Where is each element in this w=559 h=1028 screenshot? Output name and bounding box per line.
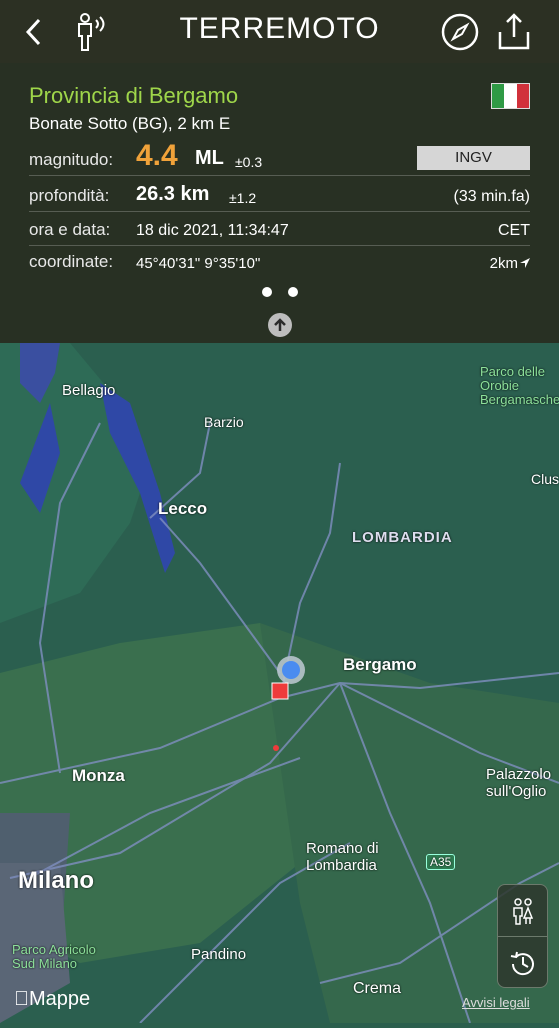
map-side-controls <box>497 884 548 988</box>
history-icon <box>510 951 534 975</box>
maps-attribution-text: Mappe <box>14 988 90 1010</box>
agency-badge[interactable]: INGV <box>417 146 530 170</box>
map-label-milano: Milano <box>18 867 94 894</box>
map-label-lecco: Lecco <box>158 499 208 518</box>
magnitude-value: 4.4 <box>136 139 178 172</box>
depth-row: profondità: 26.3 km ±1.2 (33 min.fa) <box>29 179 530 212</box>
coordinate-row: coordinate: 45°40'31" 9°35'10" 2km <box>29 245 530 277</box>
magnitude-row: magnitudo: 4.4 ML ±0.3 INGV <box>29 139 530 176</box>
magnitude-label: magnitudo: <box>29 150 114 169</box>
compass-icon <box>441 13 479 51</box>
location-arrow-icon <box>520 258 530 268</box>
collapse-button[interactable] <box>268 313 292 337</box>
map-label-clus: Clus <box>531 471 559 487</box>
distance-value: 2km <box>489 255 518 272</box>
map-view[interactable]: Bellagio Barzio Lecco LOMBARDIA Bergamo … <box>0 343 559 1024</box>
magnitude-error: ±0.3 <box>235 154 263 170</box>
earthquake-info-panel: Provincia di Bergamo Bonate Sotto (BG), … <box>0 63 559 343</box>
map-label-bergamo: Bergamo <box>343 655 417 674</box>
time-value: 18 dic 2021, 11:34:47 <box>136 222 289 239</box>
map-label-palazzolo: Palazzolo sull'Oglio <box>486 766 552 800</box>
map-label-monza: Monza <box>72 766 125 785</box>
time-ago: (33 min.fa) <box>453 188 530 205</box>
map-label-barzio: Barzio <box>204 414 244 430</box>
italy-flag-icon <box>491 83 530 109</box>
depth-value: 26.3 km <box>136 183 210 205</box>
history-button[interactable] <box>498 937 547 988</box>
time-row: ora e data: 18 dic 2021, 11:34:47 CET <box>29 213 530 246</box>
compass-button[interactable] <box>438 10 482 54</box>
timezone: CET <box>498 222 530 239</box>
coordinate-value: 45°40'31" 9°35'10" <box>136 255 261 272</box>
highway-badge: A35 <box>426 854 456 870</box>
region-name: Provincia di Bergamo <box>29 83 239 108</box>
map-label-crema: Crema <box>353 980 402 997</box>
page-indicator[interactable] <box>262 287 298 297</box>
time-label: ora e data: <box>29 220 111 239</box>
page-dot <box>288 287 298 297</box>
magnitude-unit: ML <box>195 147 224 169</box>
map-label-agricolo: Parco Agricolo Sud Milano <box>12 942 96 971</box>
map-label-romano: Romano di Lombardia <box>306 840 379 874</box>
coordinate-label: coordinate: <box>29 252 114 271</box>
legal-notices-link[interactable]: Avvisi legali <box>462 995 530 1010</box>
locality: Bonate Sotto (BG), 2 km E <box>29 114 231 133</box>
people-icon <box>512 897 533 925</box>
depth-error: ±1.2 <box>229 190 257 206</box>
arrow-up-icon <box>274 318 286 331</box>
map-canvas <box>0 343 559 1024</box>
depth-label: profondità: <box>29 186 110 205</box>
share-button[interactable] <box>492 10 536 54</box>
maps-attribution: Mappe <box>14 988 90 1011</box>
page-dot <box>262 287 272 297</box>
map-label-bellagio: Bellagio <box>62 382 116 399</box>
map-label-orobie: Parco delle Orobie Bergamasche <box>480 364 559 407</box>
map-label-pandino: Pandino <box>191 946 247 963</box>
people-button[interactable] <box>498 885 547 936</box>
map-label-lombardia: LOMBARDIA <box>352 529 453 546</box>
top-bar: TERREMOTO <box>0 0 559 63</box>
share-icon <box>498 13 530 50</box>
apple-logo-icon:  <box>14 988 29 1010</box>
